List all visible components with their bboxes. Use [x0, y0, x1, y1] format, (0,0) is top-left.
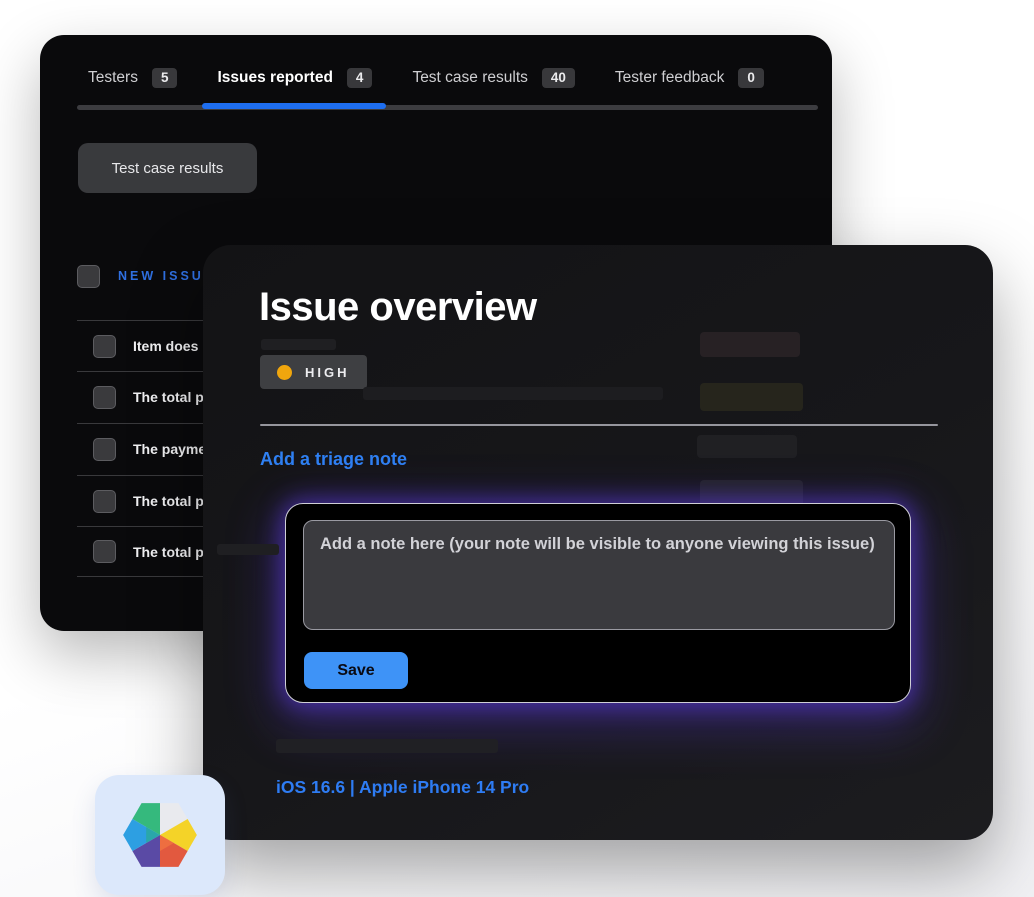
tab-issues-reported[interactable]: Issues reported 4 [217, 68, 372, 88]
priority-badge: HIGH [260, 355, 367, 389]
tab-test-case-results-count: 40 [542, 68, 575, 88]
report-tabs: Testers 5 Issues reported 4 Test case re… [88, 68, 764, 88]
tab-tester-feedback-label: Tester feedback [615, 69, 724, 87]
faded-text-placeholder [363, 387, 663, 400]
issue-overview-panel: Issue overview HIGH Add a triage note Sa… [203, 245, 993, 840]
tab-tester-feedback[interactable]: Tester feedback 0 [615, 68, 764, 88]
issue-row-title: The total p [133, 493, 204, 509]
faded-text-placeholder [217, 544, 279, 555]
issue-row-checkbox[interactable] [93, 490, 116, 513]
issue-row-title: The total p [133, 544, 204, 560]
tab-issues-reported-count: 4 [347, 68, 373, 88]
faded-text-placeholder [276, 739, 498, 753]
faded-text-placeholder [261, 339, 336, 350]
issue-row-title: Item does [133, 338, 198, 354]
priority-label: HIGH [305, 365, 350, 380]
section-divider [260, 424, 938, 426]
tab-track [77, 105, 818, 110]
hexagon-cube-icon [109, 787, 211, 883]
issue-row-checkbox[interactable] [93, 386, 116, 409]
faded-button-placeholder [700, 332, 800, 357]
active-tab-underline [202, 103, 386, 109]
test-case-results-button[interactable]: Test case results [78, 143, 257, 193]
issue-row-title: The payme [133, 441, 206, 457]
triage-note-input[interactable] [303, 520, 895, 630]
priority-dot-icon [277, 365, 292, 380]
tab-testers-count: 5 [152, 68, 178, 88]
tab-test-case-results[interactable]: Test case results 40 [412, 68, 574, 88]
triage-note-panel: Save [285, 503, 911, 703]
save-button[interactable]: Save [304, 652, 408, 689]
issue-overview-title: Issue overview [259, 285, 537, 330]
device-info-text: iOS 16.6 | Apple iPhone 14 Pro [276, 777, 529, 798]
tab-testers-label: Testers [88, 69, 138, 87]
faded-button-placeholder [697, 435, 797, 458]
issue-row-checkbox[interactable] [93, 540, 116, 563]
app-logo [95, 775, 225, 895]
issue-row-title: The total p [133, 389, 204, 405]
tab-issues-reported-label: Issues reported [217, 69, 332, 87]
issue-row-checkbox[interactable] [93, 335, 116, 358]
tab-testers[interactable]: Testers 5 [88, 68, 177, 88]
add-triage-note-link[interactable]: Add a triage note [260, 449, 407, 470]
select-all-checkbox[interactable] [77, 265, 100, 288]
faded-button-placeholder [700, 383, 803, 411]
tab-test-case-results-label: Test case results [412, 69, 527, 87]
issue-row-checkbox[interactable] [93, 438, 116, 461]
tab-tester-feedback-count: 0 [738, 68, 764, 88]
